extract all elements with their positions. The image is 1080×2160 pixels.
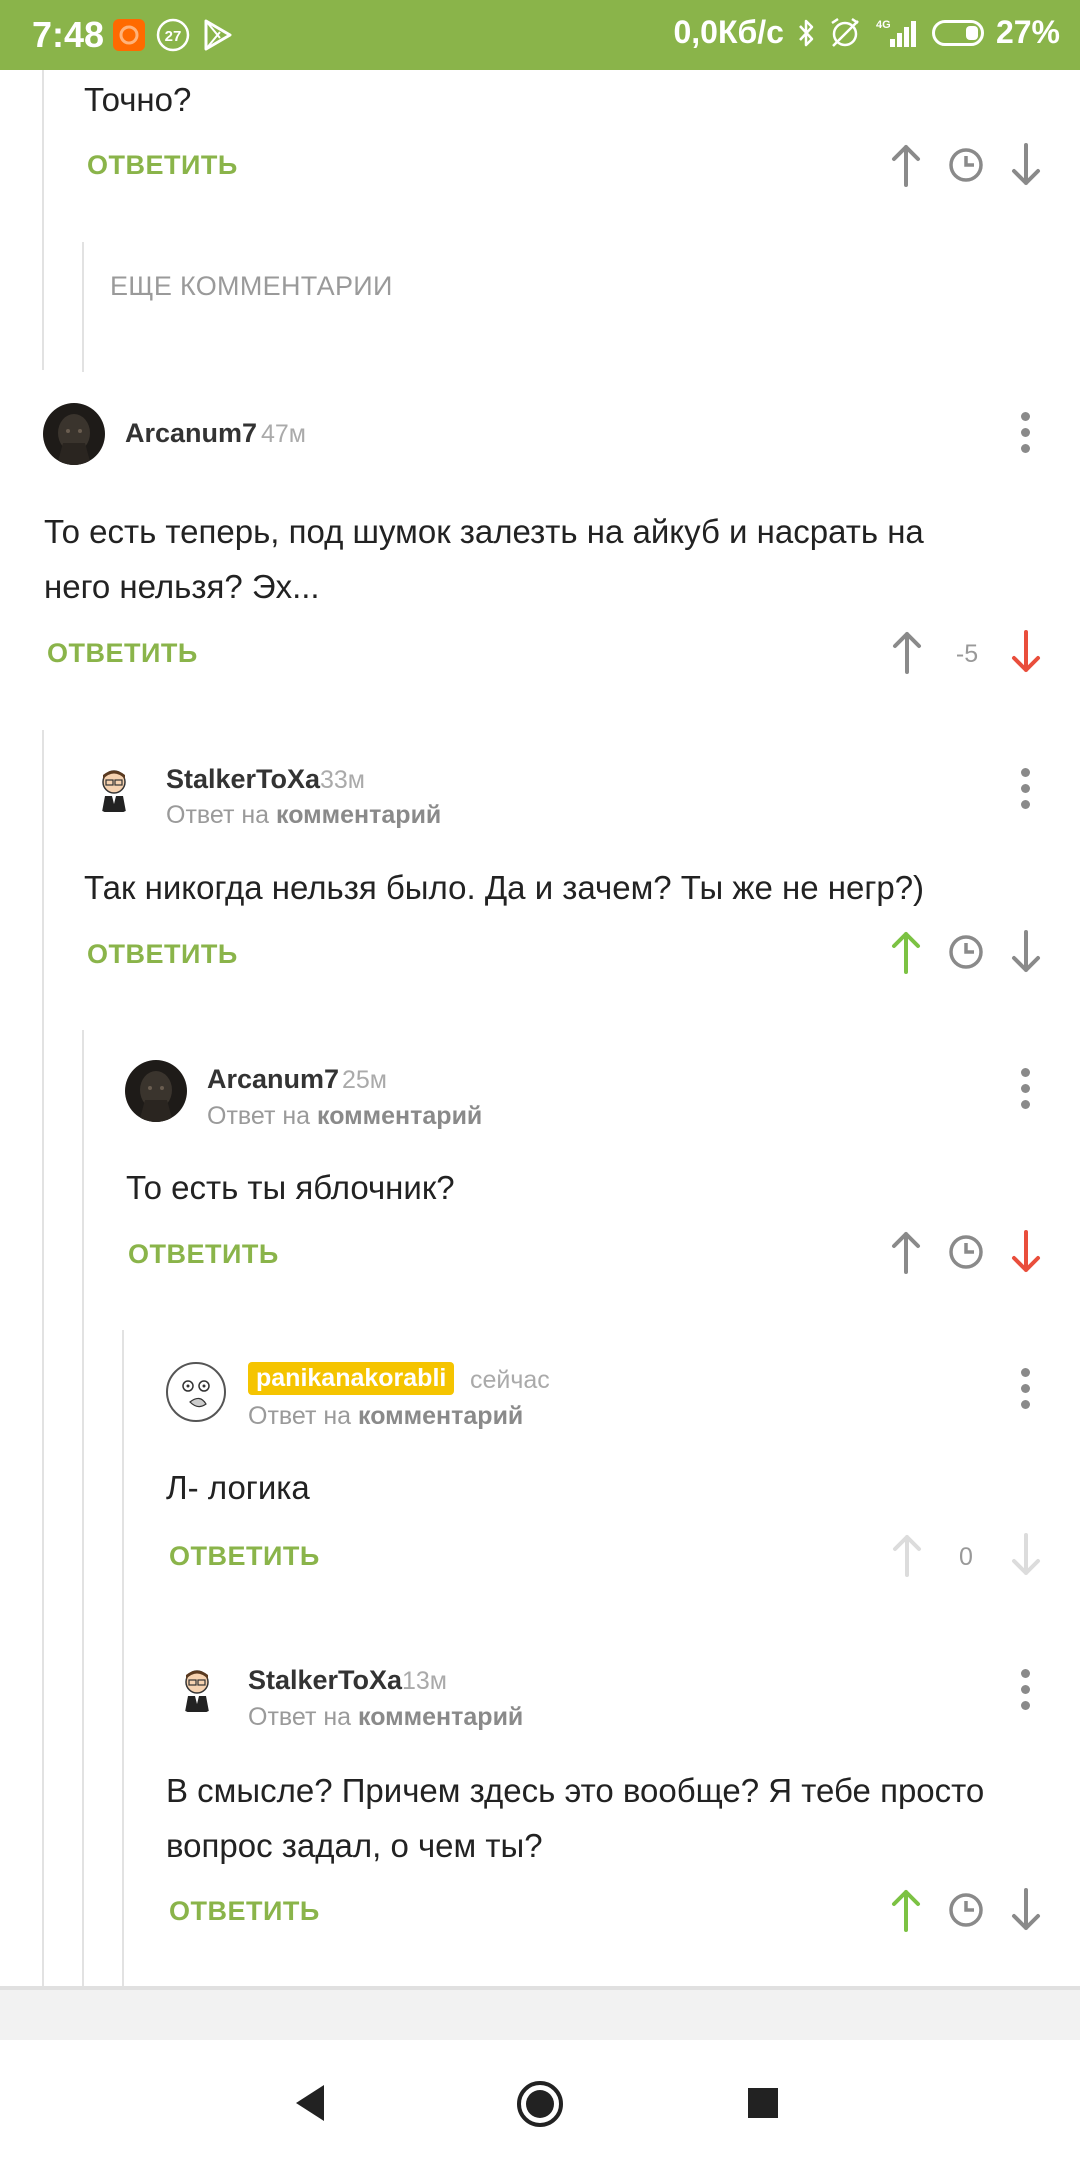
recents-icon[interactable] — [746, 2086, 780, 2120]
comment-score: 0 — [959, 1543, 973, 1571]
reply-to-link[interactable]: комментарий — [317, 1102, 482, 1130]
status-time: 7:48 — [32, 14, 105, 55]
system-nav-bar — [0, 2040, 1080, 2160]
alarm-off-icon — [831, 17, 859, 47]
comment-time: сейчас — [470, 1366, 550, 1394]
reply-to-label: Ответ на комментарий — [207, 1102, 483, 1130]
comment-text: Точно? — [84, 81, 192, 118]
upvote-icon[interactable] — [890, 143, 922, 187]
comment-text: То есть теперь, под шумок залезть на айк… — [44, 513, 924, 550]
comment-text: То есть ты яблочник? — [126, 1169, 455, 1206]
clock-icon[interactable] — [948, 1234, 984, 1270]
bluetooth-icon — [799, 19, 814, 46]
calendar-badge-icon: 27 — [156, 18, 190, 52]
status-bar: 7:48 27 0,0Кб/с 4G 27% — [0, 0, 1080, 70]
upvote-icon[interactable] — [891, 1533, 923, 1577]
reply-button[interactable]: ОТВЕТИТЬ — [169, 1896, 320, 1927]
svg-text:4G: 4G — [876, 19, 891, 31]
battery-level: 27% — [995, 14, 1060, 50]
downvote-icon[interactable] — [1010, 1533, 1042, 1577]
avatar[interactable] — [43, 403, 105, 465]
downvote-icon[interactable] — [1010, 930, 1042, 974]
back-icon[interactable] — [292, 2083, 328, 2123]
upvote-icon[interactable] — [891, 630, 923, 674]
reply-to-label: Ответ на комментарий — [248, 1703, 524, 1731]
status-right: 0,0Кб/с 4G 27% — [673, 14, 1060, 51]
upvote-icon[interactable] — [890, 1888, 922, 1932]
app-notification-icon — [113, 19, 145, 51]
more-menu-icon[interactable] — [1019, 1669, 1031, 1713]
comment-author[interactable]: Arcanum7 — [207, 1064, 339, 1095]
svg-text:27: 27 — [165, 28, 182, 45]
reply-to-link[interactable]: комментарий — [358, 1402, 523, 1430]
reply-button[interactable]: ОТВЕТИТЬ — [87, 939, 238, 970]
comment-time: 13м — [402, 1667, 447, 1695]
more-menu-icon[interactable] — [1019, 412, 1031, 456]
comment-score: -5 — [955, 640, 979, 668]
comment-text: него нельзя? Эх... — [44, 568, 320, 605]
reply-button[interactable]: ОТВЕТИТЬ — [47, 638, 198, 669]
downvote-icon[interactable] — [1010, 630, 1042, 674]
upvote-icon[interactable] — [890, 1230, 922, 1274]
reply-to-label: Ответ на комментарий — [248, 1402, 524, 1430]
comment-author[interactable]: Arcanum7 — [125, 418, 257, 449]
comment-author[interactable]: StalkerToXa — [248, 1665, 402, 1696]
downvote-icon[interactable] — [1010, 1888, 1042, 1932]
more-comments-link[interactable]: ЕЩЕ КОММЕНТАРИИ — [110, 271, 393, 302]
avatar[interactable] — [173, 1666, 221, 1714]
comment-text: В смысле? Причем здесь это вообще? Я теб… — [166, 1772, 985, 1809]
clock-icon[interactable] — [948, 934, 984, 970]
upvote-icon[interactable] — [890, 930, 922, 974]
thread-line — [42, 730, 44, 1986]
home-icon[interactable] — [516, 2080, 564, 2128]
more-menu-icon[interactable] — [1019, 1068, 1031, 1112]
avatar[interactable] — [90, 766, 138, 814]
comment-text: Так никогда нельзя было. Да и зачем? Ты … — [84, 869, 925, 906]
net-speed: 0,0Кб/с — [673, 14, 784, 50]
reply-to-link[interactable]: комментарий — [276, 801, 441, 829]
comment-author[interactable]: StalkerToXa — [166, 764, 320, 795]
clock-icon[interactable] — [948, 1892, 984, 1928]
thread-line — [122, 1330, 124, 1986]
bottom-strip — [0, 1990, 1080, 2040]
avatar[interactable] — [166, 1362, 226, 1422]
author-badge[interactable]: panikanakorabli — [248, 1362, 455, 1395]
downvote-icon[interactable] — [1010, 143, 1042, 187]
thread-line — [42, 70, 44, 370]
play-store-icon — [204, 19, 232, 51]
comment-time: 33м — [320, 766, 365, 794]
thread-line — [82, 1030, 84, 1986]
comment-time: 25м — [342, 1066, 387, 1094]
more-menu-icon[interactable] — [1019, 1368, 1031, 1412]
battery-icon — [931, 19, 984, 46]
avatar[interactable] — [125, 1060, 187, 1122]
reply-to-link[interactable]: комментарий — [358, 1703, 523, 1731]
reply-button[interactable]: ОТВЕТИТЬ — [169, 1541, 320, 1572]
clock-icon[interactable] — [948, 147, 984, 183]
reply-button[interactable]: ОТВЕТИТЬ — [128, 1239, 279, 1270]
reply-to-label: Ответ на комментарий — [166, 801, 442, 829]
downvote-icon[interactable] — [1010, 1230, 1042, 1274]
more-menu-icon[interactable] — [1019, 768, 1031, 812]
comment-text: Л- логика — [166, 1469, 310, 1506]
comment-text: вопрос задал, о чем ты? — [166, 1827, 543, 1864]
reply-button[interactable]: ОТВЕТИТЬ — [87, 150, 238, 181]
thread-line — [82, 242, 84, 372]
comment-time: 47м — [261, 420, 306, 448]
signal-icon: 4G — [876, 19, 916, 47]
